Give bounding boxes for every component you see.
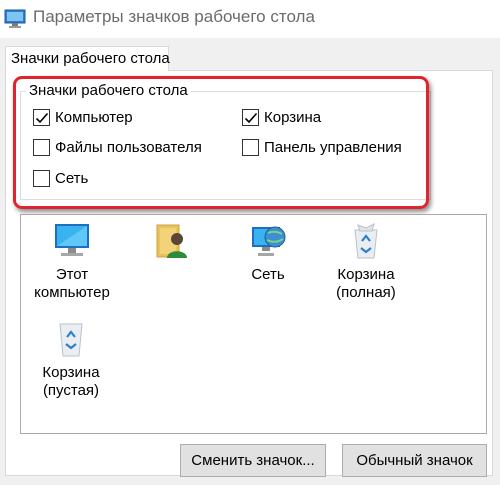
checkbox-network[interactable]: Сеть <box>33 170 88 187</box>
computer-monitor-icon <box>55 224 89 256</box>
change-icon-button[interactable]: Сменить значок... <box>180 444 326 477</box>
icon-item-network[interactable]: Сеть <box>220 222 316 284</box>
icon-item-user-folder[interactable] <box>123 222 219 266</box>
network-globe-icon <box>252 226 286 256</box>
checkbox-control-panel[interactable]: Панель управления <box>242 139 402 156</box>
recycle-bin-empty-icon <box>59 323 83 357</box>
icon-label: Корзина (пустая) <box>42 364 100 399</box>
checkmark-icon <box>35 112 49 124</box>
checkbox-box[interactable] <box>33 139 50 156</box>
checkbox-box[interactable] <box>33 109 50 126</box>
icon-item-this-pc[interactable]: Этот компьютер <box>24 222 120 302</box>
restore-default-button[interactable]: Обычный значок <box>342 444 487 477</box>
checkbox-user-files[interactable]: Файлы пользователя <box>33 139 202 156</box>
checkbox-box[interactable] <box>242 109 259 126</box>
recycle-bin-full-icon <box>354 223 378 259</box>
icon-item-recycle-bin-full[interactable]: Корзина (полная) <box>318 222 414 302</box>
user-folder-icon <box>156 224 187 258</box>
checkbox-label: Корзина <box>264 109 322 126</box>
checkbox-label: Сеть <box>55 170 89 187</box>
checkbox-recycle-bin[interactable]: Корзина <box>242 109 321 126</box>
checkbox-box[interactable] <box>33 170 50 187</box>
checkbox-label: Компьютер <box>55 109 133 126</box>
checkbox-box[interactable] <box>242 139 259 156</box>
checkmark-icon <box>244 112 258 124</box>
checkbox-computer[interactable]: Компьютер <box>33 109 133 126</box>
tab-desktop-icons[interactable]: Значки рабочего стола <box>5 46 170 71</box>
window-title: Параметры значков рабочего стола <box>33 7 315 26</box>
icon-label: Корзина (полная) <box>336 266 396 301</box>
icon-item-recycle-bin-empty[interactable]: Корзина (пустая) <box>23 320 119 400</box>
desktop-icons-settings-icon <box>4 7 26 29</box>
checkbox-label: Файлы пользователя <box>55 139 202 156</box>
icon-label: Этот компьютер <box>34 266 110 301</box>
icon-label: Сеть <box>251 266 285 283</box>
checkbox-label: Панель управления <box>264 139 402 156</box>
title-bar: Параметры значков рабочего стола <box>0 0 500 38</box>
group-title: Значки рабочего стола <box>26 82 191 99</box>
